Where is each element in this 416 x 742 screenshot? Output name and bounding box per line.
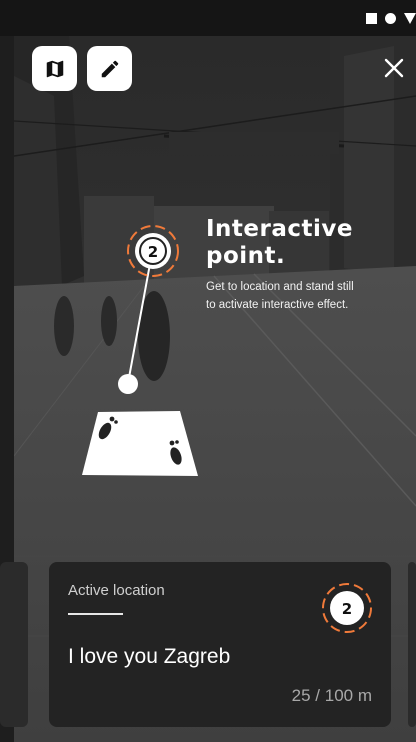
interactive-point-info: Interactive point. Get to location and s… <box>206 216 366 314</box>
interactive-point-marker[interactable]: 2 <box>127 225 179 277</box>
overlay-description: Get to location and stand still to activ… <box>206 281 354 311</box>
map-icon <box>46 60 63 77</box>
circle-icon <box>385 13 396 24</box>
map-button[interactable] <box>32 46 77 91</box>
triangle-icon <box>404 13 416 24</box>
svg-text:2: 2 <box>148 243 158 261</box>
distance-readout: 25 / 100 m <box>291 686 372 705</box>
footprint-pad <box>82 411 198 476</box>
square-icon <box>366 13 377 24</box>
path-dot <box>118 374 138 394</box>
edit-button[interactable] <box>87 46 132 91</box>
divider <box>68 613 123 615</box>
location-name: I love you Zagreb <box>68 645 231 668</box>
status-bar <box>0 0 416 36</box>
overlay-title: Interactive point. <box>206 216 353 269</box>
location-marker-icon: 2 <box>322 583 372 633</box>
close-icon[interactable] <box>382 56 406 80</box>
svg-text:2: 2 <box>342 600 352 618</box>
pencil-icon <box>101 60 118 77</box>
active-location-card[interactable]: Active location I love you Zagreb 25 / 1… <box>49 562 391 727</box>
card-label: Active location <box>68 582 165 599</box>
